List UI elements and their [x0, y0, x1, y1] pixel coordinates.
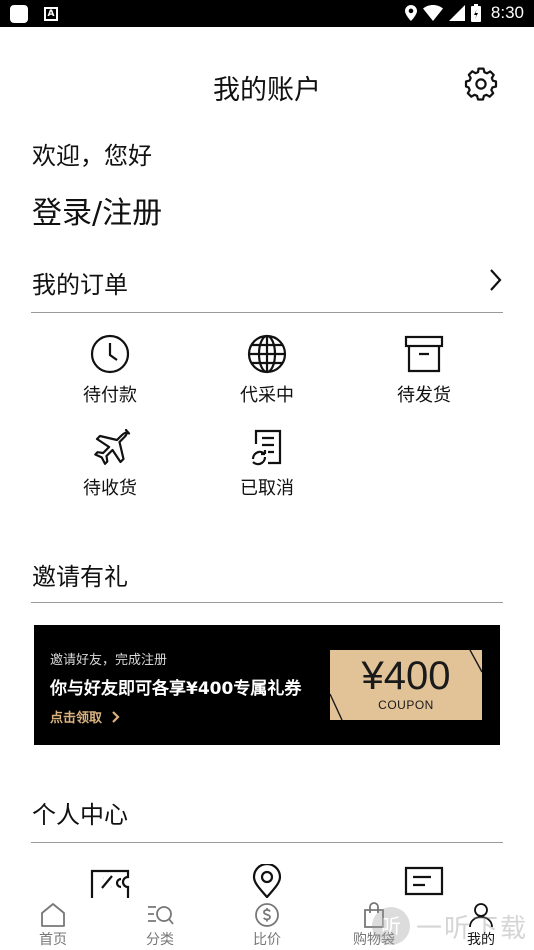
signal-icon	[448, 5, 465, 21]
claim-label: 点击领取	[50, 711, 103, 726]
category-search-icon	[148, 906, 174, 925]
login-register-link[interactable]: 登录/注册	[32, 188, 162, 232]
nav-shopping-bag-label: 购物袋	[353, 932, 395, 948]
claim-button[interactable]: 点击领取	[50, 707, 121, 726]
nav-profile[interactable]: 我的	[446, 902, 516, 949]
order-pending-payment[interactable]: 待付款	[55, 333, 165, 407]
my-orders-title[interactable]: 我的订单	[32, 265, 128, 300]
nav-category[interactable]: 分类	[125, 902, 195, 949]
price-compare-icon	[255, 903, 279, 927]
coupon-amount: ¥400	[361, 654, 451, 698]
nav-home-label: 首页	[39, 932, 67, 948]
order-cancelled-label: 已取消	[240, 478, 294, 499]
order-purchasing-label: 代采中	[240, 385, 294, 406]
globe-icon	[247, 334, 287, 374]
nav-price-compare-label: 比价	[253, 932, 281, 948]
personal-center-divider	[31, 842, 503, 843]
order-pending-payment-label: 待付款	[83, 385, 137, 406]
shopping-bag-icon	[364, 902, 384, 928]
nav-price-compare[interactable]: 比价	[232, 902, 302, 949]
status-time: 8:30	[490, 3, 524, 22]
nav-home[interactable]: 首页	[18, 902, 88, 949]
settings-gear-icon[interactable]	[464, 67, 498, 101]
app-notification-icon	[10, 5, 28, 23]
location-pin-icon[interactable]	[252, 864, 282, 898]
profile-icon	[469, 903, 493, 928]
nav-category-label: 分类	[146, 932, 174, 948]
bottom-navigation: 首页 分类 比价 购物袋 我的	[0, 898, 534, 950]
battery-icon	[470, 4, 481, 22]
coupon-icon[interactable]	[89, 868, 131, 898]
orders-divider	[31, 312, 503, 313]
status-bar-left: A	[10, 5, 58, 23]
personal-center-title: 个人中心	[32, 801, 128, 829]
message-icon[interactable]	[404, 866, 444, 898]
archive-box-icon	[404, 335, 444, 373]
invite-subtitle: 邀请好友，完成注册	[50, 653, 168, 668]
coupon-card: ¥400 COUPON	[330, 650, 482, 720]
status-bar: A 8:30	[0, 0, 534, 27]
order-awaiting-receipt[interactable]: 待收货	[55, 426, 165, 500]
chevron-right-small-icon	[111, 711, 120, 723]
order-awaiting-shipment-label: 待发货	[397, 385, 451, 406]
welcome-text: 欢迎，您好	[32, 142, 152, 170]
invite-headline: 你与好友即可各享¥400专属礼券	[50, 679, 302, 699]
location-status-icon	[404, 5, 417, 21]
home-icon	[41, 903, 65, 927]
invite-section-title: 邀请有礼	[32, 563, 128, 591]
airplane-icon	[94, 428, 131, 465]
wifi-icon	[422, 5, 443, 21]
coupon-label: COUPON	[378, 698, 434, 712]
order-awaiting-shipment[interactable]: 待发货	[369, 333, 479, 407]
nav-shopping-bag[interactable]: 购物袋	[339, 902, 409, 949]
chevron-right-icon[interactable]	[486, 268, 504, 292]
nav-profile-label: 我的	[467, 932, 495, 948]
invite-divider	[31, 602, 503, 603]
status-bar-right: 8:30	[404, 3, 524, 23]
order-cancelled[interactable]: 已取消	[212, 426, 322, 500]
cancelled-doc-icon	[251, 429, 282, 466]
order-purchasing[interactable]: 代采中	[212, 333, 322, 407]
order-awaiting-receipt-label: 待收货	[83, 478, 137, 499]
app-a-notification-icon: A	[44, 7, 58, 21]
page-title: 我的账户	[213, 75, 321, 106]
clock-icon	[90, 334, 130, 374]
invite-banner[interactable]: 邀请好友，完成注册 你与好友即可各享¥400专属礼券 点击领取 ¥400 COU…	[34, 625, 500, 745]
